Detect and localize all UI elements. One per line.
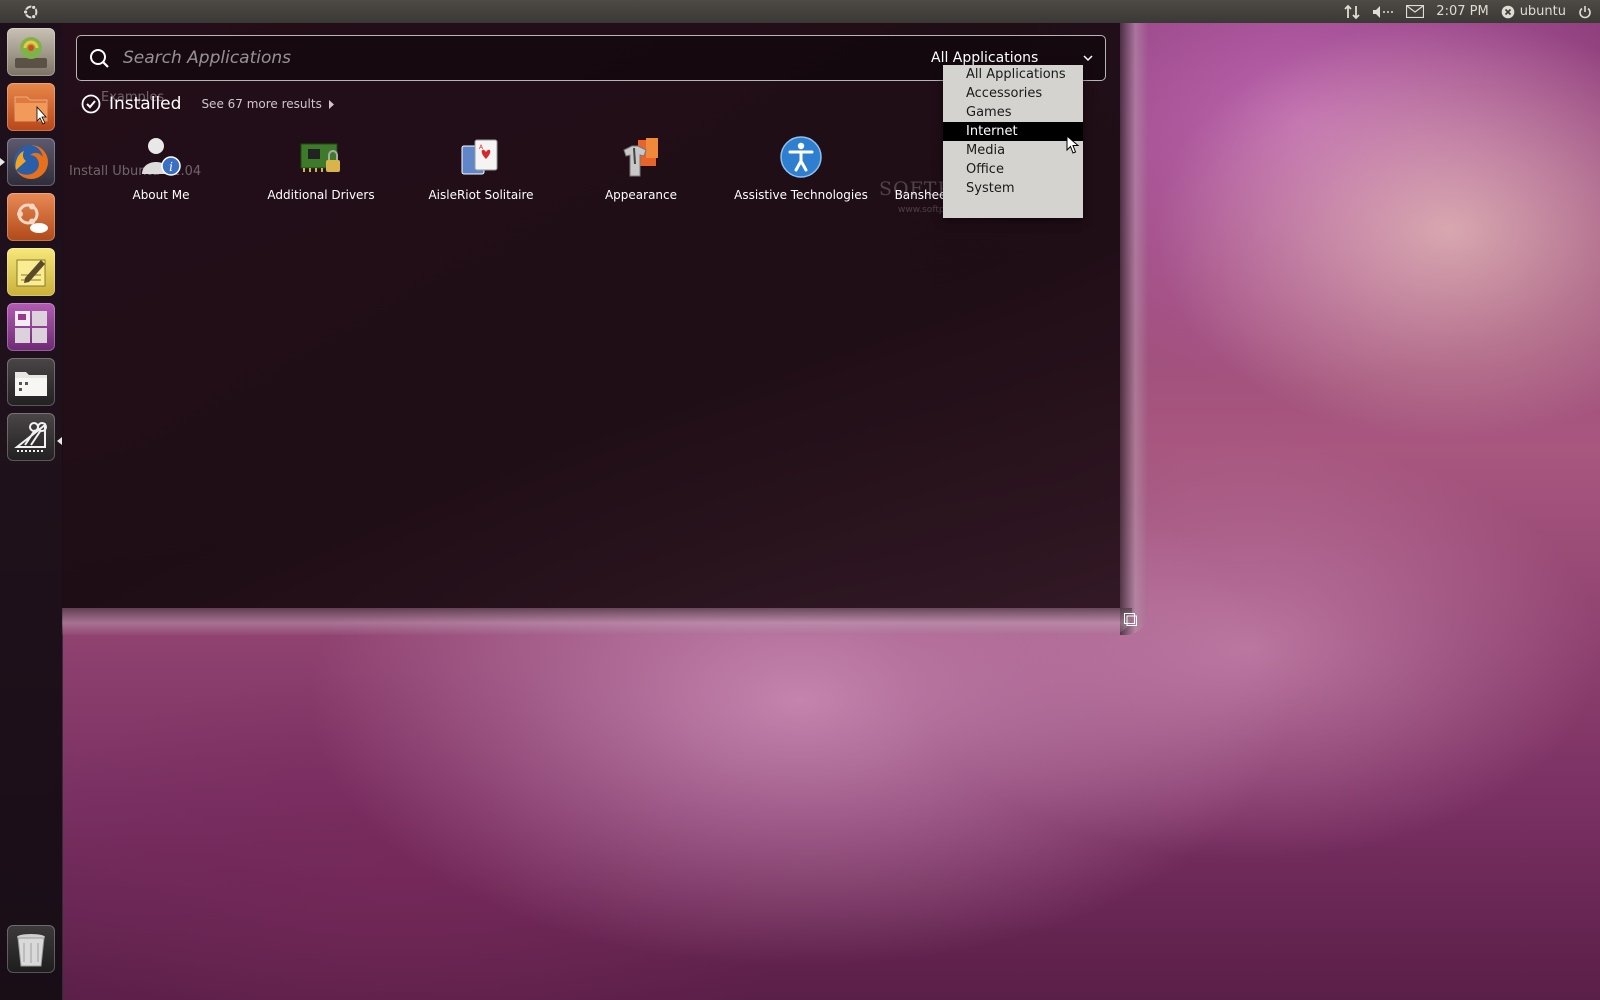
app-appearance[interactable]: Appearance — [561, 132, 721, 202]
files-icon — [15, 372, 47, 396]
user-menu[interactable]: ubuntu — [1501, 4, 1566, 19]
launcher-running-indicator — [0, 158, 5, 166]
clock[interactable]: 2:07 PM — [1436, 4, 1488, 19]
mouse-cursor-icon — [1066, 134, 1080, 159]
launcher-item-ubuntu-one[interactable] — [7, 193, 55, 241]
menu-item-system[interactable]: System — [943, 179, 1083, 198]
dash-frame-bottom — [62, 608, 1132, 635]
app-label: Additional Drivers — [267, 188, 375, 202]
chevron-right-icon — [328, 99, 334, 109]
launcher-item-files-and-folders[interactable] — [7, 358, 55, 406]
about-me-icon: i — [136, 132, 186, 182]
launcher-item-home-folder[interactable] — [7, 83, 55, 131]
search-input[interactable] — [121, 47, 931, 69]
firefox-icon — [14, 145, 49, 179]
volume-icon[interactable] — [1372, 5, 1394, 19]
section-header: Installed See 67 more results — [81, 94, 334, 114]
user-name: ubuntu — [1519, 4, 1566, 19]
app-aisleriot-solitaire[interactable]: A AisleRiot Solitaire — [401, 132, 561, 202]
applications-icon — [14, 422, 47, 452]
svg-text:i: i — [169, 160, 173, 174]
filter-selected-label: All Applications — [931, 50, 1039, 66]
app-label: AisleRiot Solitaire — [428, 188, 534, 202]
app-assistive-technologies[interactable]: Assistive Technologies — [721, 132, 881, 202]
installed-apps-grid: i About Me Additional Drivers A AisleRio… — [65, 132, 1065, 212]
app-label: Appearance — [604, 188, 678, 202]
menu-item-office[interactable]: Office — [943, 160, 1083, 179]
launcher-item-firefox[interactable] — [7, 138, 55, 186]
accessibility-icon — [776, 132, 826, 182]
app-additional-drivers[interactable]: Additional Drivers — [241, 132, 401, 202]
top-panel: 2:07 PM ubuntu — [0, 0, 1600, 23]
menu-item-internet[interactable]: Internet — [943, 122, 1083, 141]
dash-home-button[interactable] — [0, 0, 62, 23]
see-more-results-link[interactable]: See 67 more results — [201, 97, 334, 111]
installed-check-icon — [81, 94, 101, 114]
notepad-icon — [16, 259, 46, 287]
filter-dropdown-menu: All Applications Accessories Games Inter… — [943, 65, 1083, 218]
section-title: Installed — [109, 94, 182, 114]
additional-drivers-icon — [296, 132, 346, 182]
user-status-icon — [1501, 5, 1514, 18]
menu-item-accessories[interactable]: Accessories — [943, 84, 1083, 103]
launcher-item-text-editor[interactable] — [7, 248, 55, 296]
trash-icon — [17, 934, 45, 967]
resize-icon[interactable] — [1124, 611, 1137, 626]
see-more-results-label: See 67 more results — [201, 97, 322, 111]
workspace-switcher-icon — [15, 311, 47, 343]
solitaire-icon: A — [456, 132, 506, 182]
app-about-me[interactable]: i About Me — [81, 132, 241, 202]
menu-item-all-applications[interactable]: All Applications — [943, 65, 1083, 84]
search-icon — [77, 47, 121, 69]
chevron-down-icon — [1083, 54, 1093, 61]
ubuntu-one-icon — [17, 203, 48, 233]
appearance-icon — [616, 132, 666, 182]
app-label: About Me — [132, 188, 190, 202]
menu-item-media[interactable]: Media — [943, 141, 1083, 160]
installer-icon — [15, 37, 47, 68]
ubuntu-logo-icon — [23, 4, 38, 19]
network-icon[interactable] — [1344, 4, 1360, 20]
launcher-item-installer[interactable] — [7, 28, 55, 76]
launcher-item-trash[interactable] — [7, 925, 55, 973]
dash-frame — [1120, 23, 1148, 635]
launcher-item-workspaces[interactable] — [7, 303, 55, 351]
power-icon[interactable] — [1578, 5, 1592, 19]
mail-icon[interactable] — [1406, 5, 1425, 18]
launcher-item-applications[interactable] — [7, 413, 55, 461]
folder-icon — [14, 96, 48, 125]
menu-item-games[interactable]: Games — [943, 103, 1083, 122]
app-label: Assistive Technologies — [734, 188, 868, 202]
